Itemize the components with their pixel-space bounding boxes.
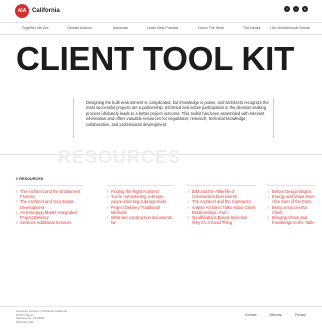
twitter-icon[interactable]: t xyxy=(293,6,299,12)
chevron-right-icon: › xyxy=(107,189,109,194)
footer-link-sitemap[interactable]: Sitemap xyxy=(269,313,281,317)
resource-link[interactable]: › Project Delivery Traditional Methods xyxy=(107,205,175,215)
chevron-right-icon: › xyxy=(188,189,190,194)
resource-link[interactable]: › Before Design Begins xyxy=(268,189,316,194)
site-header: AIA California f t in xyxy=(0,0,322,22)
chevron-right-icon: › xyxy=(107,204,109,210)
footer-phone: 916.642.1708 xyxy=(16,319,34,324)
resource-link[interactable]: › You're not selecting a design, you're s… xyxy=(107,194,175,204)
resource-link-text[interactable]: The Architect and the Entitlement Proces… xyxy=(20,189,80,199)
resource-column-1: › The Architect and the Entitlement Proce… xyxy=(16,185,84,226)
facebook-icon[interactable]: f xyxy=(284,6,290,12)
chevron-right-icon: › xyxy=(268,189,270,194)
chevron-right-icon: › xyxy=(188,199,190,205)
resource-link-text[interactable]: The Architect and the Contractor xyxy=(192,199,251,204)
resource-link-text[interactable]: What are construction documents for xyxy=(111,215,172,225)
footer-link-contact[interactable]: Contact xyxy=(245,313,257,317)
chevron-right-icon: › xyxy=(107,194,109,200)
resource-link[interactable]: › The Architect and the Entitlement Proce… xyxy=(16,189,84,199)
resource-link[interactable]: › An Emerging Model: Integrated Project D… xyxy=(16,210,84,220)
resource-link[interactable]: › Being a Successful Client xyxy=(268,205,316,215)
resource-column-4: › Before Design Begins › Energy and Value … xyxy=(268,185,316,226)
aia-logo-mark: AIA xyxy=(15,4,29,18)
nav-item-advocate[interactable]: Advocate xyxy=(113,26,128,30)
resource-link-text[interactable]: Finding the Right Architect xyxy=(111,189,159,194)
page-title: CLIENT TOOL KIT xyxy=(16,40,295,77)
chevron-right-icon: › xyxy=(16,189,18,194)
intro-right-divider xyxy=(273,98,274,138)
aia-california-logo[interactable]: AIA California xyxy=(15,4,60,18)
chevron-right-icon: › xyxy=(16,209,18,215)
resource-link[interactable]: › A Wise Architect Talks About Client Rel… xyxy=(188,205,256,215)
resource-link-text[interactable]: An Emerging Model: Integrated Project De… xyxy=(20,210,77,220)
resource-link-text[interactable]: Qualifications Based Selection Why it's … xyxy=(192,215,247,225)
resource-link[interactable]: › Finding the Right Architect xyxy=(107,189,175,194)
resource-link[interactable]: › The Architect and the Contractor xyxy=(188,199,256,204)
resource-link-text[interactable]: You're not selecting a design, you're se… xyxy=(111,194,166,204)
resource-link[interactable]: › What are construction documents for xyxy=(107,215,175,225)
chevron-right-icon: › xyxy=(188,204,190,210)
resource-column-2: › Finding the Right Architect › You're not… xyxy=(107,185,175,226)
resources-label: // RESOURCES xyxy=(16,177,44,181)
linkedin-icon[interactable]: in xyxy=(302,6,308,12)
footer-divider xyxy=(0,306,322,307)
chevron-right-icon: › xyxy=(16,220,18,226)
nav-item-together-we-are[interactable]: Together We Are xyxy=(22,26,49,30)
resource-link-text[interactable]: BIM and the Ahterlife of Construction Do… xyxy=(192,189,237,199)
footer-address: American Institute of Architects Califor… xyxy=(16,309,67,324)
chevron-right-icon: › xyxy=(107,215,109,221)
social-links: f t in xyxy=(284,6,308,12)
resource-link[interactable]: › Bringing Vision and Knowledge to the Ta… xyxy=(268,215,316,225)
footer-link-privacy[interactable]: Privacy xyxy=(295,313,306,317)
resource-link[interactable]: › Energy and Value More / the Sum of the … xyxy=(268,194,316,204)
resource-link-text[interactable]: Being a Successful Client xyxy=(272,205,307,215)
nav-item-the-issues[interactable]: The Issues xyxy=(243,26,261,30)
nav-item-climate-actions[interactable]: Climate Actions xyxy=(67,26,92,30)
chevron-right-icon: › xyxy=(268,204,270,210)
main-nav: Together We Are Climate Actions Advocate… xyxy=(0,22,322,35)
resource-link[interactable]: › Qualifications Based Selection Why it's… xyxy=(188,215,256,225)
resource-link[interactable]: › The Architect and Your Estate Developme… xyxy=(16,199,84,209)
logo-text: California xyxy=(32,8,60,14)
resource-link-text[interactable]: A Wise Architect Talks About Client Rela… xyxy=(192,205,255,215)
chevron-right-icon: › xyxy=(268,194,270,200)
resource-link-text[interactable]: Energy and Value More / the Sum of the P… xyxy=(272,194,315,204)
chevron-right-icon: › xyxy=(268,215,270,221)
chevron-right-icon: › xyxy=(16,199,18,205)
nav-item-honor-the-work[interactable]: Honor The Work xyxy=(198,26,224,30)
resource-link[interactable]: › Services Additional Services xyxy=(16,220,84,225)
resource-link-text[interactable]: Before Design Begins xyxy=(272,189,312,194)
nav-item-architectural-trends[interactable]: I Am Architectural Trends xyxy=(270,26,310,30)
resource-link-text[interactable]: The Architect and Your Estate Developmen… xyxy=(20,199,74,209)
resource-link-text[interactable]: Bringing Vision and Knowledge to the Tab… xyxy=(272,215,315,225)
nav-item-learn-best-practice[interactable]: Learn Best Practice xyxy=(147,26,178,30)
resources-band: RESOURCES xyxy=(0,145,322,165)
resource-link-text[interactable]: Project Delivery Traditional Methods xyxy=(111,205,160,215)
resource-column-3: › BIM and the Ahterlife of Construction D… xyxy=(188,185,256,226)
intro-left-divider xyxy=(73,98,74,138)
resource-link-text[interactable]: Services Additional Services xyxy=(20,220,71,225)
chevron-right-icon: › xyxy=(188,215,190,221)
intro-paragraph: Designing the built environment is compl… xyxy=(86,100,269,127)
band-heading: RESOURCES xyxy=(58,147,182,165)
resource-link[interactable]: › BIM and the Ahterlife of Construction D… xyxy=(188,189,256,199)
footer-links: Contact Sitemap Privacy xyxy=(245,313,306,317)
